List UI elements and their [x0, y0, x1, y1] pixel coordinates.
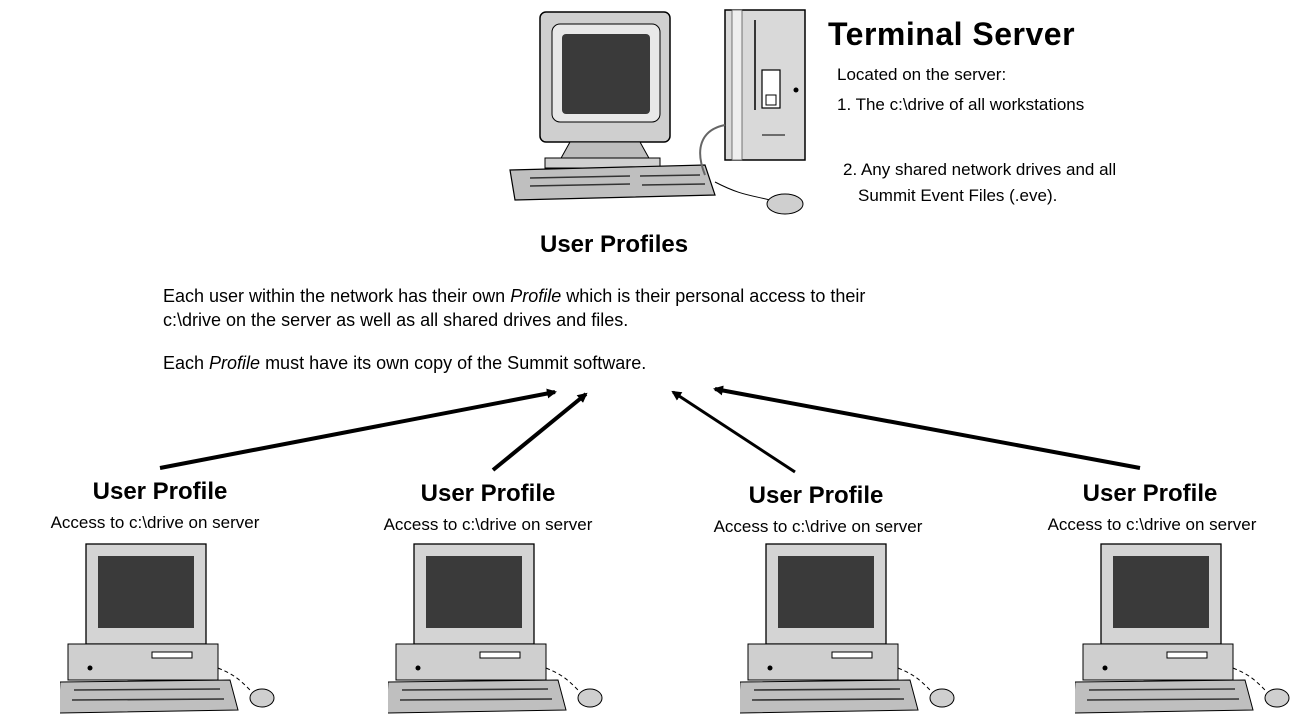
- desktop-computer-icon: [1075, 543, 1290, 714]
- desktop-computer-icon: [740, 543, 955, 714]
- workstation-1-title: User Profile: [92, 478, 228, 505]
- desktop-computer-icon: [388, 543, 603, 714]
- desktop-computer-icon: [60, 543, 275, 714]
- workstation-2-title: User Profile: [420, 480, 556, 507]
- arrow-1: [159, 388, 557, 470]
- arrow-4: [713, 385, 1141, 470]
- workstation-1-subtitle: Access to c:\drive on server: [50, 513, 260, 532]
- workstation-4-subtitle: Access to c:\drive on server: [1047, 515, 1257, 534]
- workstation-3-subtitle: Access to c:\drive on server: [713, 517, 923, 536]
- arrow-3: [671, 390, 796, 474]
- arrow-2: [491, 392, 588, 472]
- workstation-3-title: User Profile: [748, 482, 884, 509]
- workstation-4-title: User Profile: [1082, 480, 1218, 507]
- workstation-2-subtitle: Access to c:\drive on server: [383, 515, 593, 534]
